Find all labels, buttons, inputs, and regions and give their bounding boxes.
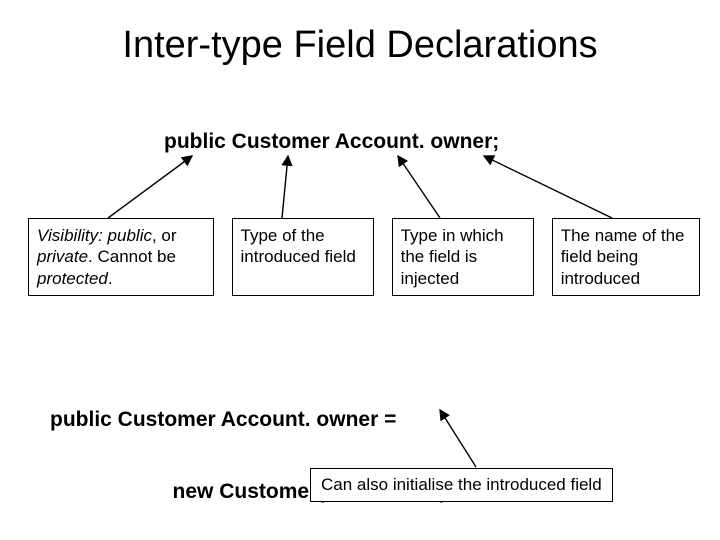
- arrow-visibility: [108, 156, 192, 218]
- t: , or: [152, 226, 177, 245]
- t: Visibility:: [37, 226, 108, 245]
- arrow-type: [282, 156, 288, 218]
- box-initialise: Can also initialise the introduced field: [310, 468, 613, 502]
- box-field-name: The name of the field being introduced: [552, 218, 700, 296]
- code-line-2a: public Customer Account. owner =: [50, 408, 454, 432]
- t: public: [108, 226, 152, 245]
- code-declaration: public Customer Account. owner;: [164, 130, 499, 154]
- arrow-inject-type: [398, 156, 440, 218]
- slide-title: Inter-type Field Declarations: [0, 24, 720, 67]
- t: .: [108, 269, 113, 288]
- t: . Cannot be: [88, 247, 176, 266]
- box-visibility: Visibility: public, or private. Cannot b…: [28, 218, 214, 296]
- box-introduced-type: Type of the introduced field: [232, 218, 374, 296]
- t: protected: [37, 269, 108, 288]
- code-initialise: public Customer Account. owner = new Cus…: [50, 360, 454, 528]
- explanation-boxes: Visibility: public, or private. Cannot b…: [28, 218, 700, 296]
- box-inject-type: Type in which the field is injected: [392, 218, 534, 296]
- arrow-field-name: [484, 156, 612, 218]
- t: private: [37, 247, 88, 266]
